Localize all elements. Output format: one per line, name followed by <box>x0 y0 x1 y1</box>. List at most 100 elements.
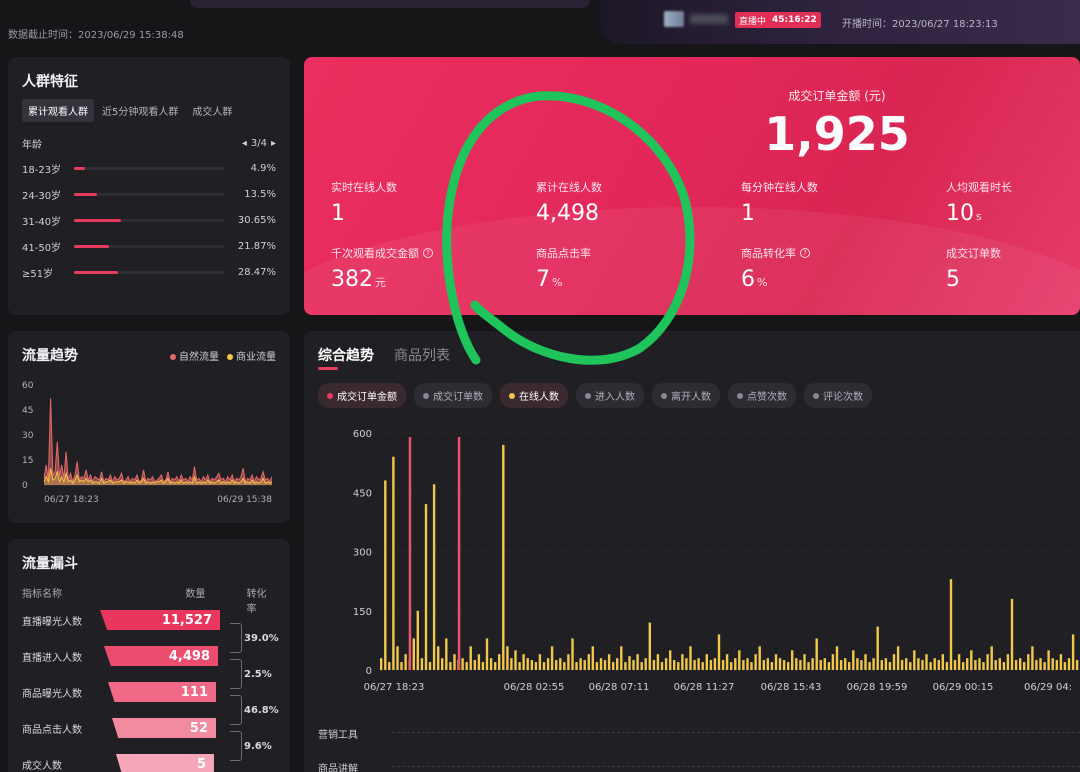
metric-tile: 人均观看时长 10 s <box>946 179 1012 226</box>
online-bar <box>640 662 643 670</box>
age-percent: 28.47% <box>237 266 276 278</box>
metric-label: 人均观看时长 <box>946 181 1012 194</box>
online-bar <box>420 658 424 671</box>
funnel-row-name: 成交人数 <box>22 760 62 772</box>
online-bar <box>652 660 656 670</box>
prev-page-icon[interactable]: ◂ <box>242 138 247 149</box>
online-bar <box>412 638 415 670</box>
online-bar <box>538 654 542 670</box>
online-bar <box>526 658 529 671</box>
online-bar <box>607 654 611 670</box>
top-bar: 数据截止时间：2023/06/29 15:38:48 直播中 45:16:22 … <box>0 0 1080 50</box>
chip-label: 进入人数 <box>595 392 635 403</box>
overall-trend-chart: 600 450 300 150 0 06/27 18:23 06/28 02:55 06/28… <box>353 429 1080 693</box>
online-bar <box>742 660 745 670</box>
tab-buyers[interactable]: 成交人群 <box>186 99 238 122</box>
online-bar <box>876 626 879 670</box>
online-bar <box>970 650 973 671</box>
series-line-0 <box>43 398 273 484</box>
online-bar <box>453 654 456 670</box>
online-bar <box>494 662 497 670</box>
funnel-bar-value: 11,527 <box>161 612 212 628</box>
funnel-bracket <box>230 659 242 689</box>
online-bar <box>1002 662 1006 670</box>
legend-organic[interactable]: 自然流量 <box>170 348 219 363</box>
online-bar <box>599 658 603 671</box>
metric-label: 千次观看成交金额 <box>331 247 419 260</box>
live-status-badge: 直播中 45:16:22 <box>735 12 821 28</box>
funnel-bar: 4,498 <box>104 646 218 666</box>
gmv-label: 成交订单金额 (元) <box>788 89 886 103</box>
online-bar <box>738 650 741 671</box>
online-bar <box>673 660 676 670</box>
online-bar <box>852 650 855 671</box>
chip-dot-icon <box>327 392 333 399</box>
online-bar <box>550 646 554 670</box>
online-bar <box>758 646 761 670</box>
chip-dot-icon <box>813 392 819 399</box>
online-bar <box>510 658 513 671</box>
online-bar <box>957 654 961 670</box>
online-bar <box>559 658 562 671</box>
online-bar <box>697 658 700 671</box>
metric-label: 实时在线人数 <box>331 181 397 194</box>
tab-recent-5min-viewers[interactable]: 近5分钟观看人群 <box>96 99 184 122</box>
online-bar <box>489 658 493 671</box>
y-tick-label: 15 <box>22 456 33 466</box>
traffic-funnel-card: 流量漏斗 指标名称 数量 转化率 直播曝光人数 11,527 直播进入人数 4,498… <box>8 539 290 772</box>
metric-value: 6 <box>741 267 755 292</box>
online-bar <box>449 662 452 670</box>
metric-tile: 成交订单数 5 <box>946 245 1001 292</box>
funnel-row: 直播曝光人数 11,527 <box>22 609 282 631</box>
online-bar <box>848 662 851 670</box>
crowd-card: 人群特征 累计观看人群 近5分钟观看人群 成交人群 年龄 ◂ 3/4 ▸ 18-… <box>8 57 290 315</box>
online-bar <box>1059 654 1063 670</box>
tab-overall-trend[interactable]: 综合趋势 <box>318 345 374 365</box>
funnel-row-name: 直播进入人数 <box>22 652 82 664</box>
product-explain-track <box>392 766 1080 767</box>
online-bar <box>835 646 839 670</box>
metric-label-wrap: 人均观看时长 <box>946 179 1012 195</box>
help-icon[interactable]: ? <box>423 248 433 258</box>
metric-value: 1 <box>741 201 755 226</box>
help-icon[interactable]: ? <box>800 248 810 258</box>
age-bar-track <box>74 244 224 248</box>
funnel-row: 商品曝光人数 111 <box>22 681 282 703</box>
metric-chip[interactable]: 在线人数 <box>500 383 568 408</box>
metric-chip[interactable]: 点赞次数 <box>728 383 796 408</box>
online-bar <box>782 660 786 670</box>
metric-chip[interactable]: 评论次数 <box>804 383 872 408</box>
legend-paid[interactable]: 商业流量 <box>227 348 276 363</box>
online-bar <box>839 660 843 670</box>
online-bar <box>636 654 639 670</box>
paid-dot-icon <box>227 353 233 360</box>
online-bar <box>616 658 619 671</box>
x-tick-label: 06/29 15:38 <box>217 495 272 505</box>
age-percent: 13.5% <box>244 188 276 200</box>
avatar[interactable] <box>664 11 684 27</box>
online-bar <box>701 662 704 670</box>
metric-chip[interactable]: 成交订单金额 <box>318 383 406 408</box>
metric-chip[interactable]: 进入人数 <box>576 383 644 408</box>
online-bar <box>681 654 684 670</box>
metric-value-wrap: 1 <box>331 201 397 226</box>
tab-product-list[interactable]: 商品列表 <box>394 345 450 365</box>
tab-cumulative-viewers[interactable]: 累计观看人群 <box>22 99 94 122</box>
next-page-icon[interactable]: ▸ <box>271 138 276 149</box>
metric-chip[interactable]: 成交订单数 <box>414 383 492 408</box>
online-bar <box>579 658 582 671</box>
online-bar <box>888 662 892 670</box>
metric-label: 累计在线人数 <box>536 181 602 194</box>
online-bar <box>734 658 737 671</box>
online-bar <box>677 662 680 670</box>
metric-chip[interactable]: 离开人数 <box>652 383 720 408</box>
online-bar <box>717 634 721 670</box>
age-bar-track <box>74 192 224 196</box>
online-bar <box>1067 658 1071 671</box>
x-tick-label: 06/29 00:15 <box>933 682 994 693</box>
metric-label-wrap: 商品点击率 <box>536 245 591 261</box>
metric-value: 1 <box>331 201 345 226</box>
legend-paid-label: 商业流量 <box>236 351 276 363</box>
online-bar <box>949 579 953 670</box>
online-bar <box>721 660 725 670</box>
